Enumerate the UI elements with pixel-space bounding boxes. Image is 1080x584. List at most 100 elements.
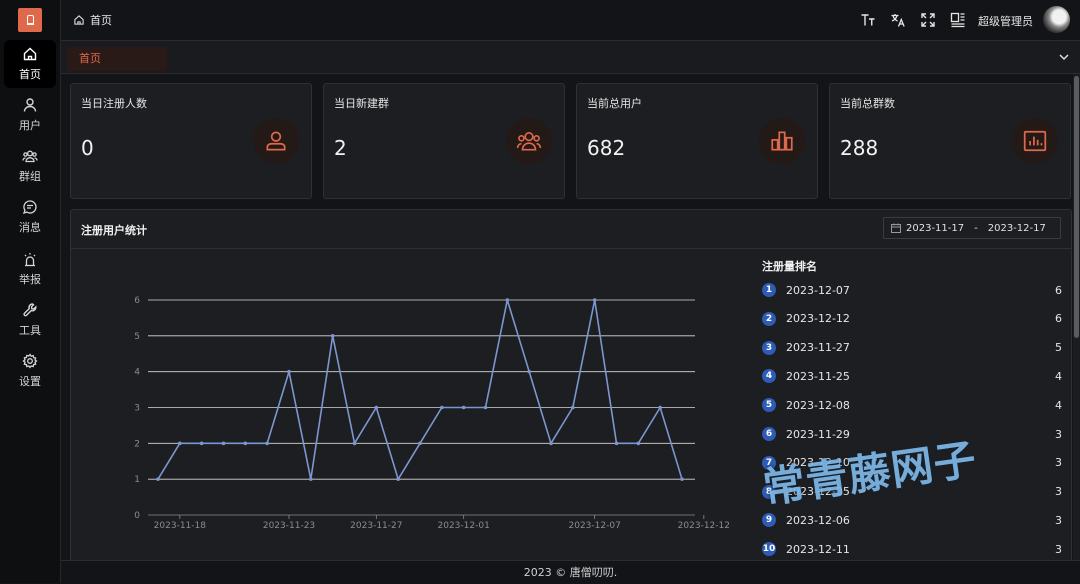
date-range-start[interactable]: 2023-11-17: [906, 223, 964, 234]
rank-count: 3: [1055, 542, 1062, 556]
rank-badge: 3: [762, 340, 776, 355]
rank-badge: 5: [762, 398, 776, 413]
home-icon: [74, 15, 84, 25]
wrench-icon: [23, 303, 37, 317]
stat-card-icon: [253, 118, 299, 164]
date-range-end[interactable]: 2023-12-17: [988, 223, 1046, 234]
stat-card-title: 当前总用户: [587, 97, 642, 110]
layout-icon: [950, 12, 965, 28]
avatar[interactable]: [1043, 6, 1070, 33]
ranking-title: 注册量排名: [762, 260, 817, 273]
layout-button[interactable]: [949, 11, 967, 29]
data-point: [461, 405, 466, 410]
y-tick-label: 6: [134, 296, 140, 306]
stat-card-value: 288: [840, 136, 879, 160]
rank-date: 2023-11-25: [786, 369, 850, 383]
rank-count: 3: [1055, 513, 1062, 527]
y-tick-label: 3: [134, 404, 140, 414]
chart-board-icon: [1023, 130, 1047, 152]
translate-icon: [891, 14, 905, 27]
data-point: [505, 298, 510, 302]
sidebar-item-label: 消息: [19, 221, 41, 234]
rank-count: 6: [1055, 283, 1062, 297]
x-tick-label: 2023-11-27: [350, 521, 402, 531]
x-tick-label: 2023-11-18: [154, 521, 207, 531]
bar-chart-icon: [771, 131, 793, 151]
stat-card-total-groups: 当前总群数 288: [829, 83, 1071, 199]
ranking-row: 3 2023-11-27 5: [762, 339, 1062, 357]
sidebar-item-settings[interactable]: 设置: [4, 347, 56, 395]
data-point: [265, 441, 269, 446]
sidebar-item-tools[interactable]: 工具: [4, 296, 56, 344]
user-icon: [266, 131, 286, 151]
rank-badge: 2: [762, 311, 776, 326]
data-point: [221, 441, 226, 446]
data-point: [396, 477, 400, 481]
registration-line-chart: 0 1 2 3 4 5 6 2023-11-18 2023-11-23 2023-11-27 202…: [134, 296, 730, 531]
sidebar-item-label: 设置: [19, 375, 41, 388]
rank-date: 2023-12-06: [786, 513, 850, 527]
stat-card-total-users: 当前总用户 682: [576, 83, 818, 199]
app-logo[interactable]: [18, 8, 42, 32]
series-line: [157, 299, 683, 482]
font-size-icon: [861, 14, 875, 26]
rank-badge: 6: [762, 427, 776, 441]
y-tick-label: 0: [134, 511, 140, 521]
stat-card-value: 2: [334, 136, 347, 160]
data-point: [330, 334, 335, 338]
data-point: [592, 298, 597, 302]
y-tick-label: 5: [134, 332, 140, 342]
chevron-down-icon[interactable]: [1058, 51, 1070, 63]
sidebar-item-home[interactable]: 首页: [4, 40, 56, 88]
translate-button[interactable]: [889, 11, 907, 29]
rank-date: 2023-11-27: [786, 341, 850, 355]
data-point: [614, 441, 619, 446]
data-point: [352, 441, 357, 446]
username[interactable]: 超级管理员: [978, 13, 1033, 29]
rank-date: 2023-12-07: [786, 283, 850, 297]
sidebar-item-label: 举报: [19, 273, 41, 286]
date-range-picker[interactable]: 2023-11-17 - 2023-12-17: [883, 217, 1061, 239]
sidebar-item-label: 用户: [19, 119, 41, 132]
panel-header: 注册用户统计 2023-11-17 - 2023-12-17: [71, 210, 1071, 249]
stat-card-title: 当前总群数: [840, 97, 895, 110]
rank-date: 2023-12-12: [786, 312, 850, 326]
sidebar-item-message[interactable]: 消息: [4, 193, 56, 241]
report-icon: [24, 253, 36, 267]
data-point: [440, 405, 444, 410]
x-tick-label: 2023-12-01: [438, 521, 490, 531]
font-size-button[interactable]: [859, 11, 877, 29]
rank-date: 2023-12-11: [786, 542, 850, 556]
stat-card-value: 682: [587, 136, 626, 160]
sidebar-item-label: 工具: [19, 324, 41, 337]
group-icon: [516, 132, 542, 151]
group-icon: [22, 150, 38, 163]
sidebar-item-user[interactable]: 用户: [4, 91, 56, 139]
breadcrumb[interactable]: 首页: [73, 12, 112, 28]
stat-card-icon: [1012, 118, 1058, 164]
data-point: [549, 441, 553, 446]
sidebar-item-label: 群组: [19, 170, 41, 183]
x-tick-label: 2023-12-12: [678, 521, 730, 531]
fullscreen-button[interactable]: [919, 11, 937, 29]
x-tick-label: 2023-11-23: [263, 521, 315, 531]
data-point: [658, 405, 662, 410]
panel-title: 注册用户统计: [81, 224, 147, 237]
scrollbar-thumb[interactable]: [1074, 76, 1079, 338]
stat-card-title: 当日新建群: [334, 97, 389, 110]
rank-count: 6: [1055, 312, 1062, 326]
sidebar-item-group[interactable]: 群组: [4, 142, 56, 190]
data-point: [287, 369, 291, 374]
sidebar-item-report[interactable]: 举报: [4, 245, 56, 293]
y-tick-label: 1: [134, 475, 140, 485]
ranking-row: 10 2023-12-11 3: [762, 540, 1062, 558]
tab-home[interactable]: 首页: [67, 47, 167, 71]
fullscreen-icon: [921, 13, 935, 27]
data-point: [309, 477, 313, 481]
sidebar: 首页 用户 群组 消息 举报 工具 设置: [0, 0, 61, 583]
calendar-icon: [891, 223, 901, 233]
home-icon: [23, 47, 37, 61]
ranking-row: 4 2023-11-25 4: [762, 367, 1062, 385]
ranking-row: 1 2023-12-07 6: [762, 281, 1062, 299]
rank-date: 2023-12-08: [786, 398, 850, 412]
